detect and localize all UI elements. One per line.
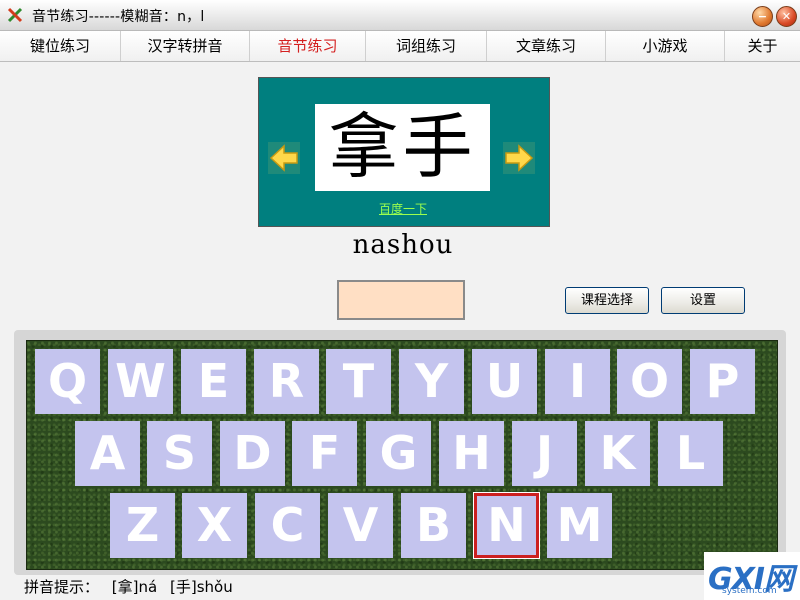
key-p[interactable]: P: [690, 349, 755, 414]
settings-button[interactable]: 设置: [661, 287, 745, 314]
baidu-search-link[interactable]: 百度一下: [338, 200, 468, 217]
key-l[interactable]: L: [658, 421, 723, 486]
tab-hanzi-to-pinyin[interactable]: 汉字转拼音: [121, 31, 250, 61]
key-g[interactable]: G: [366, 421, 431, 486]
key-f[interactable]: F: [292, 421, 357, 486]
key-o[interactable]: O: [617, 349, 682, 414]
practice-characters: 拿手: [328, 106, 477, 188]
window-title: 音节练习------模糊音：n，l: [32, 9, 205, 25]
key-i[interactable]: I: [545, 349, 610, 414]
pinyin-display: nashou: [352, 230, 454, 260]
key-t[interactable]: T: [326, 349, 391, 414]
tab-key-practice[interactable]: 键位练习: [0, 31, 121, 61]
key-w[interactable]: W: [108, 349, 173, 414]
tab-about[interactable]: 关于: [725, 31, 800, 61]
key-j[interactable]: J: [512, 421, 577, 486]
key-h[interactable]: H: [439, 421, 504, 486]
key-u[interactable]: U: [472, 349, 537, 414]
tab-phrase-practice[interactable]: 词组练习: [366, 31, 487, 61]
app-icon: [7, 7, 23, 23]
character-box: 拿手: [315, 104, 490, 191]
key-a[interactable]: A: [75, 421, 140, 486]
close-button[interactable]: ✕: [776, 6, 797, 27]
key-r[interactable]: R: [254, 349, 319, 414]
prev-arrow-icon[interactable]: [268, 142, 300, 174]
course-select-button[interactable]: 课程选择: [565, 287, 649, 314]
key-q[interactable]: Q: [35, 349, 100, 414]
close-icon: ✕: [781, 10, 792, 23]
title-bar: 音节练习------模糊音：n，l − ✕: [0, 0, 800, 31]
next-arrow-icon[interactable]: [503, 142, 535, 174]
minimize-button[interactable]: −: [752, 6, 773, 27]
pinyin-hint-item: [手]shǒu: [169, 578, 233, 596]
watermark-logo: GXI网 system.com: [704, 552, 800, 600]
key-m[interactable]: M: [547, 493, 612, 558]
key-c[interactable]: C: [255, 493, 320, 558]
tab-syllable-practice[interactable]: 音节练习: [250, 31, 366, 61]
key-b[interactable]: B: [401, 493, 466, 558]
key-n-highlighted[interactable]: N: [474, 493, 539, 558]
pinyin-hint: 拼音提示： [拿]ná [手]shǒu: [24, 576, 241, 597]
key-k[interactable]: K: [585, 421, 650, 486]
key-v[interactable]: V: [328, 493, 393, 558]
tab-mini-game[interactable]: 小游戏: [606, 31, 725, 61]
key-d[interactable]: D: [220, 421, 285, 486]
key-x[interactable]: X: [182, 493, 247, 558]
key-e[interactable]: E: [181, 349, 246, 414]
key-y[interactable]: Y: [399, 349, 464, 414]
tab-article-practice[interactable]: 文章练习: [487, 31, 606, 61]
menu-bar: 键位练习 汉字转拼音 音节练习 词组练习 文章练习 小游戏 关于: [0, 31, 800, 62]
key-z[interactable]: Z: [110, 493, 175, 558]
pinyin-hint-label: 拼音提示：: [24, 578, 100, 596]
minimize-icon: −: [757, 10, 768, 23]
key-s[interactable]: S: [147, 421, 212, 486]
watermark-sub-text: system.com: [722, 586, 777, 596]
answer-input[interactable]: [337, 280, 465, 320]
pinyin-hint-item: [拿]ná: [111, 578, 158, 596]
